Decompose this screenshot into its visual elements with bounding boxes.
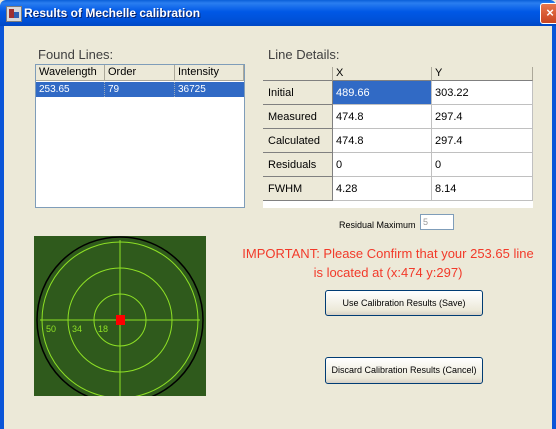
- column-header-order[interactable]: Order: [105, 65, 175, 81]
- row-header-measured: Measured: [263, 105, 333, 129]
- important-message-line1: IMPORTANT: Please Confirm that your 253.…: [242, 246, 534, 261]
- found-lines-list[interactable]: Wavelength Order Intensity 253.65 79 367…: [35, 64, 245, 208]
- target-display: 50 34 18: [34, 236, 206, 404]
- column-header-y[interactable]: Y: [432, 67, 533, 81]
- cell-calculated-x[interactable]: 474.8: [333, 129, 432, 153]
- window-frame-right: [552, 26, 556, 429]
- column-header-x[interactable]: X: [333, 67, 432, 81]
- window-frame-left: [0, 26, 4, 429]
- list-item[interactable]: 253.65 79 36725: [36, 82, 244, 97]
- row-header-residuals: Residuals: [263, 153, 333, 177]
- title-bar[interactable]: Results of Mechelle calibration ×: [0, 0, 556, 26]
- app-icon: [6, 6, 22, 22]
- measured-position-marker: [116, 315, 125, 325]
- cell-calculated-y[interactable]: 297.4: [432, 129, 533, 153]
- cell-intensity: 36725: [178, 84, 206, 95]
- cancel-button[interactable]: Discard Calibration Results (Cancel): [325, 357, 483, 384]
- ring-label-50: 50: [46, 324, 56, 334]
- residual-maximum-input[interactable]: 5: [420, 214, 454, 230]
- cell-measured-x[interactable]: 474.8: [333, 105, 432, 129]
- found-lines-label: Found Lines:: [38, 47, 114, 62]
- cell-residuals-y[interactable]: 0: [432, 153, 533, 177]
- cell-initial-y[interactable]: 303.22: [432, 81, 533, 105]
- row-header-calculated: Calculated: [263, 129, 333, 153]
- cell-wavelength: 253.65: [36, 82, 105, 97]
- cell-residuals-x[interactable]: 0: [333, 153, 432, 177]
- cell-measured-y[interactable]: 297.4: [432, 105, 533, 129]
- cell-fwhm-y[interactable]: 8.14: [432, 177, 533, 201]
- ring-label-34: 34: [72, 324, 82, 334]
- important-message: IMPORTANT: Please Confirm that your 253.…: [228, 244, 548, 282]
- column-header-wavelength[interactable]: Wavelength: [36, 65, 105, 81]
- close-button[interactable]: ×: [540, 3, 556, 24]
- row-header-fwhm: FWHM: [263, 177, 333, 201]
- column-header-intensity[interactable]: Intensity: [175, 65, 244, 81]
- cell-order: 79: [105, 82, 175, 97]
- line-details-label: Line Details:: [268, 47, 340, 62]
- line-details-grid[interactable]: X Y Initial 489.66 303.22 Measured 474.8…: [263, 67, 533, 208]
- cell-initial-x[interactable]: 489.66: [333, 81, 432, 105]
- grid-corner-header: [263, 67, 333, 81]
- row-header-initial: Initial: [263, 81, 333, 105]
- target-graphic: 50 34 18: [36, 236, 204, 404]
- save-button[interactable]: Use Calibration Results (Save): [325, 290, 483, 316]
- ring-label-18: 18: [98, 324, 108, 334]
- residual-maximum-label: Residual Maximum: [339, 220, 416, 230]
- important-message-line2: is located at (x:474 y:297): [313, 265, 463, 280]
- window-title: Results of Mechelle calibration: [24, 6, 201, 20]
- cell-fwhm-x[interactable]: 4.28: [333, 177, 432, 201]
